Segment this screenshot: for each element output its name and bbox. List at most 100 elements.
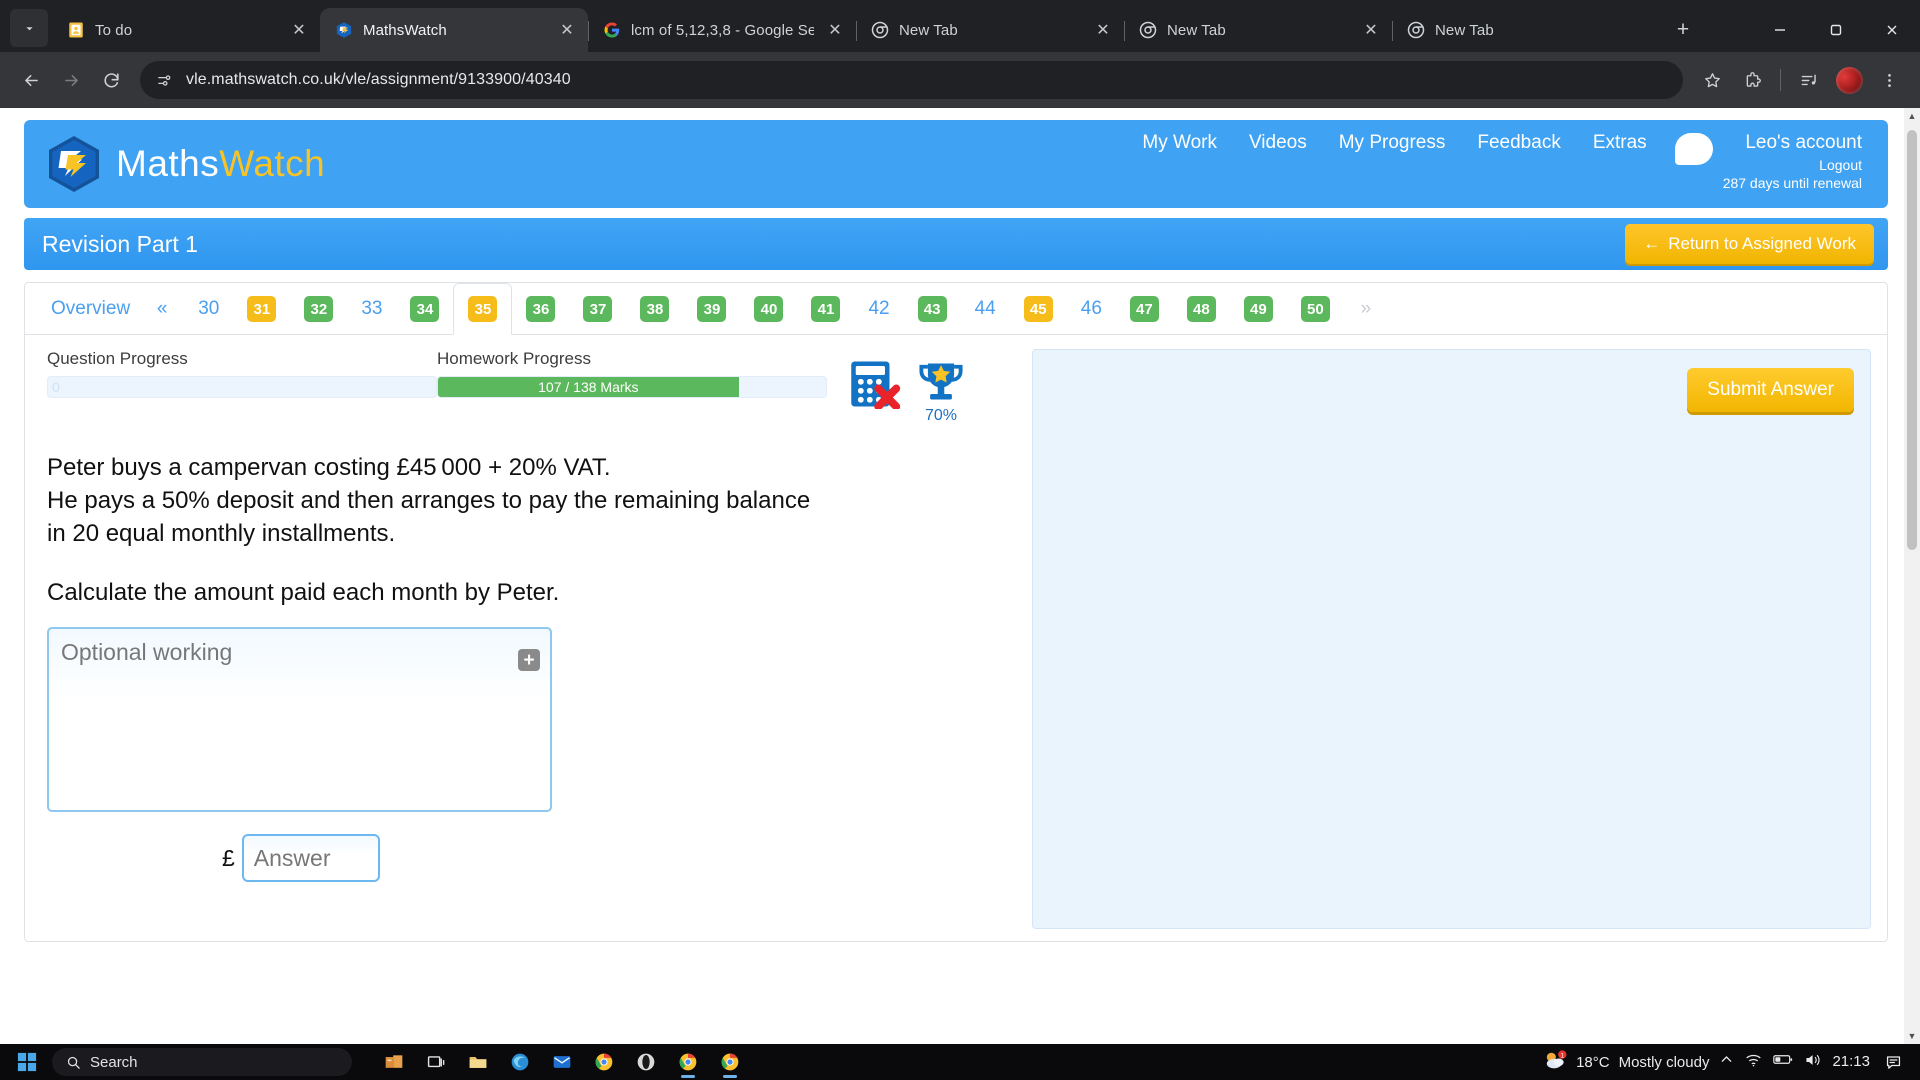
tab-close-button[interactable]: ✕ (556, 19, 578, 41)
tab-close-button[interactable]: ✕ (1360, 19, 1382, 41)
question-progress-bar: 0 (47, 376, 437, 398)
nav-item-my-progress[interactable]: My Progress (1323, 132, 1462, 154)
question-tab-41[interactable]: 41 (797, 284, 854, 334)
question-tab-50[interactable]: 50 (1287, 284, 1344, 334)
profile-avatar[interactable] (1830, 61, 1868, 99)
tab-search-button[interactable] (10, 9, 48, 47)
nav-item-my-work[interactable]: My Work (1126, 132, 1233, 154)
start-button[interactable] (4, 1044, 50, 1080)
tab-close-button[interactable]: ✕ (1092, 19, 1114, 41)
taskbar-app-chrome-2[interactable] (710, 1045, 750, 1079)
battery-icon[interactable] (1773, 1053, 1793, 1071)
browser-tab-1[interactable]: MathsWatch ✕ (320, 8, 588, 52)
windows-taskbar: Search 1 18°C Mostly cloudy 21:13 (0, 1044, 1920, 1080)
extensions-icon[interactable] (1733, 61, 1771, 99)
answer-input[interactable] (241, 834, 380, 883)
question-tab-number: 43 (917, 296, 947, 322)
taskbar-app-edge[interactable] (500, 1045, 540, 1079)
question-tab-34[interactable]: 34 (396, 284, 453, 334)
new-tab-button[interactable]: + (1666, 13, 1700, 47)
back-button[interactable] (12, 61, 50, 99)
minimize-button[interactable] (1752, 8, 1808, 52)
forward-button[interactable] (52, 61, 90, 99)
taskbar-clock[interactable]: 21:13 (1832, 1053, 1870, 1071)
reload-button[interactable] (92, 61, 130, 99)
site-settings-icon[interactable] (154, 70, 174, 90)
tab-title: New Tab (1167, 21, 1226, 39)
nav-item-videos[interactable]: Videos (1233, 132, 1323, 154)
submit-answer-button[interactable]: Submit Answer (1687, 368, 1854, 412)
tab-overview[interactable]: Overview (39, 284, 140, 334)
question-tab-39[interactable]: 39 (683, 284, 740, 334)
question-tab-45[interactable]: 45 (1010, 284, 1067, 334)
optional-working-textarea[interactable]: Optional working + (47, 627, 552, 813)
question-tab-47[interactable]: 47 (1116, 284, 1173, 334)
todo-icon (66, 21, 85, 40)
browser-tab-2[interactable]: lcm of 5,12,3,8 - Google Se ✕ (588, 8, 856, 52)
taskbar-app-chrome-active[interactable] (668, 1045, 708, 1079)
question-tab-bar: Overview « 30 31 32 33 34 35 36 37 38 39 40 41 42 43 4… (25, 283, 1887, 335)
expand-working-button[interactable]: + (518, 649, 540, 672)
question-tab-number: 48 (1186, 296, 1216, 322)
browser-tab-0[interactable]: To do ✕ (52, 8, 320, 52)
taskbar-app-mail[interactable] (542, 1045, 582, 1079)
taskbar-app-chrome[interactable] (584, 1045, 624, 1079)
weather-widget[interactable]: 1 18°C Mostly cloudy (1543, 1050, 1709, 1074)
question-tab-36[interactable]: 36 (512, 284, 569, 334)
question-card: Overview « 30 31 32 33 34 35 36 37 38 39 40 41 42 43 4… (24, 282, 1888, 942)
tab-close-button[interactable] (1628, 19, 1650, 41)
scroll-down-arrow[interactable]: ▼ (1904, 1028, 1920, 1044)
chrome-menu-icon[interactable] (1870, 61, 1908, 99)
tab-next-page[interactable]: » (1344, 284, 1388, 334)
browser-tab-4[interactable]: New Tab ✕ (1124, 8, 1392, 52)
question-tab-49[interactable]: 49 (1230, 284, 1287, 334)
tab-prev-page[interactable]: « (140, 284, 184, 334)
question-tab-number: 44 (974, 298, 996, 319)
question-tab-37[interactable]: 37 (569, 284, 626, 334)
taskbar-app-task-view[interactable] (416, 1045, 456, 1079)
taskbar-app-file-explorer[interactable] (374, 1045, 414, 1079)
page-scrollbar[interactable]: ▲ ▼ (1904, 108, 1920, 1044)
tab-close-button[interactable]: ✕ (824, 19, 846, 41)
return-to-assigned-work-button[interactable]: ← Return to Assigned Work (1625, 224, 1874, 264)
taskbar-app-folder[interactable] (458, 1045, 498, 1079)
scrollbar-thumb[interactable] (1907, 130, 1917, 550)
account-name[interactable]: Leo's account (1745, 132, 1862, 154)
question-tab-46[interactable]: 46 (1067, 284, 1116, 334)
question-tab-42[interactable]: 42 (854, 284, 903, 334)
browser-tab-3[interactable]: New Tab ✕ (856, 8, 1124, 52)
question-tab-43[interactable]: 43 (904, 284, 961, 334)
account-menu[interactable]: Leo's account Logout 287 days until rene… (1663, 132, 1862, 191)
tray-icons (1719, 1052, 1822, 1073)
site-logo[interactable]: MathsWatch (46, 134, 325, 194)
maximize-button[interactable] (1808, 8, 1864, 52)
question-tab-40[interactable]: 40 (740, 284, 797, 334)
question-tab-number: 36 (526, 296, 556, 322)
question-tab-48[interactable]: 48 (1173, 284, 1230, 334)
wifi-icon[interactable] (1745, 1052, 1762, 1073)
chevron-up-icon[interactable] (1719, 1052, 1734, 1072)
nav-item-extras[interactable]: Extras (1577, 132, 1663, 154)
bookmark-star-icon[interactable] (1693, 61, 1731, 99)
homework-progress-label: Homework Progress (437, 349, 591, 368)
volume-icon[interactable] (1804, 1052, 1822, 1073)
question-tab-44[interactable]: 44 (961, 284, 1010, 334)
question-tab-30[interactable]: 30 (184, 284, 233, 334)
logout-link[interactable]: Logout (1819, 157, 1862, 173)
taskbar-search-box[interactable]: Search (52, 1048, 352, 1076)
question-tab-33[interactable]: 33 (347, 284, 396, 334)
taskbar-app-opera[interactable] (626, 1045, 666, 1079)
address-bar[interactable]: vle.mathswatch.co.uk/vle/assignment/9133… (140, 61, 1683, 99)
question-tab-38[interactable]: 38 (626, 284, 683, 334)
scroll-up-arrow[interactable]: ▲ (1904, 108, 1920, 124)
question-tab-32[interactable]: 32 (290, 284, 347, 334)
nav-item-feedback[interactable]: Feedback (1461, 132, 1576, 154)
close-window-button[interactable] (1864, 8, 1920, 52)
browser-window: To do ✕ MathsWatch ✕ lcm of 5,12,3,8 - G… (0, 0, 1920, 1044)
tab-close-button[interactable]: ✕ (288, 19, 310, 41)
question-tab-31[interactable]: 31 (233, 284, 290, 334)
media-playlist-icon[interactable] (1790, 61, 1828, 99)
question-tab-35[interactable]: 35 (453, 283, 513, 335)
notification-icon[interactable] (1880, 1054, 1906, 1071)
browser-tab-5[interactable]: New Tab (1392, 8, 1660, 52)
